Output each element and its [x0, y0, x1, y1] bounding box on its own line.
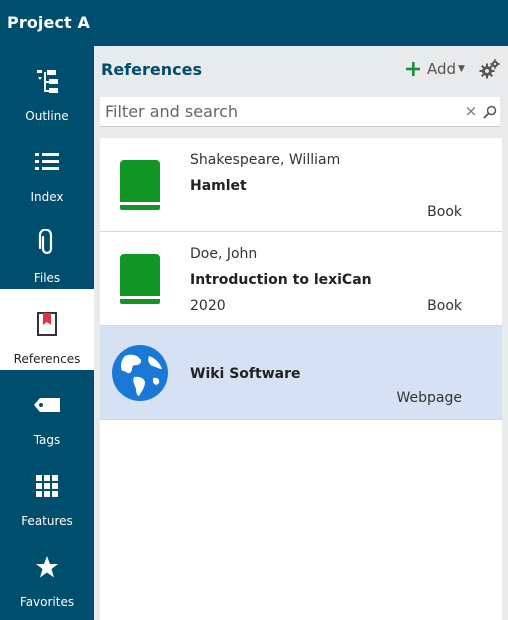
sidebar-item-features[interactable]: Features	[0, 451, 94, 532]
reference-author: Shakespeare, William	[190, 152, 341, 168]
globe-icon	[111, 344, 169, 402]
project-title: Project A	[7, 13, 90, 32]
sidebar-item-label: Index	[30, 190, 64, 204]
tag-icon	[0, 392, 94, 418]
reference-title: Wiki Software	[190, 366, 301, 382]
title-bar: Project A	[0, 0, 508, 46]
reference-type: Book	[427, 298, 462, 314]
sidebar-item-files[interactable]: Files	[0, 208, 94, 289]
list-icon	[0, 149, 94, 175]
sidebar-item-label: Features	[21, 514, 73, 528]
plus-icon	[405, 61, 421, 77]
search-bar: ×	[100, 97, 500, 127]
sidebar-item-favorites[interactable]: Favorites	[0, 532, 94, 613]
reference-type: Webpage	[396, 390, 463, 406]
reference-year: 2020	[190, 298, 226, 314]
sidebar: Outline Index Files References Tags Feat…	[0, 46, 94, 620]
outline-icon	[0, 68, 94, 94]
sidebar-item-outline[interactable]: Outline	[0, 46, 94, 127]
sidebar-item-references[interactable]: References	[0, 289, 94, 370]
search-input[interactable]	[100, 97, 465, 126]
star-icon	[0, 554, 94, 580]
add-button-label: Add	[427, 60, 457, 78]
references-panel: References Add ▼ Filter and search × Sha…	[94, 46, 508, 620]
settings-gear-icon[interactable]	[479, 58, 501, 80]
sidebar-item-index[interactable]: Index	[0, 127, 94, 208]
sidebar-item-label: Tags	[33, 433, 61, 447]
clear-icon[interactable]: ×	[464, 103, 478, 119]
sidebar-item-tags[interactable]: Tags	[0, 370, 94, 451]
caret-down-icon: ▼	[458, 64, 465, 74]
reference-type: Book	[427, 204, 462, 220]
reference-item[interactable]: Wiki Software Webpage	[100, 326, 502, 420]
add-button[interactable]: Add ▼	[405, 59, 465, 79]
sidebar-item-label: References	[13, 352, 81, 366]
sidebar-item-label: Files	[33, 271, 61, 285]
bookmark-icon	[0, 311, 94, 337]
search-icon[interactable]	[483, 104, 497, 119]
reference-title: Introduction to lexiCan	[190, 272, 372, 288]
sidebar-item-label: Outline	[25, 109, 69, 123]
sidebar-item-label: Favorites	[19, 595, 75, 609]
reference-item[interactable]: Shakespeare, William Hamlet Book	[100, 138, 502, 232]
grid-icon	[0, 473, 94, 499]
paperclip-icon	[0, 229, 94, 256]
panel-title: References	[101, 60, 202, 79]
book-icon	[120, 160, 160, 210]
reference-item[interactable]: Doe, John Introduction to lexiCan 2020 B…	[100, 232, 502, 326]
reference-author: Doe, John	[190, 246, 258, 262]
reference-title: Hamlet	[190, 178, 247, 194]
references-list: Shakespeare, William Hamlet Book Doe, Jo…	[100, 138, 502, 620]
book-icon	[120, 254, 160, 304]
